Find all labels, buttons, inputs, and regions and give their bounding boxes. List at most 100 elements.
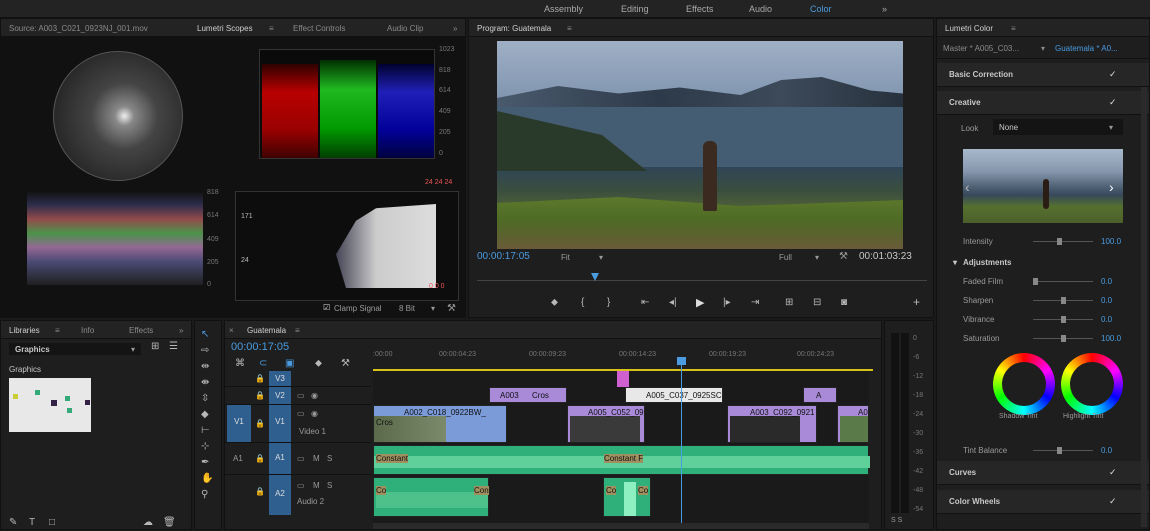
step-back-icon[interactable]: ◂| (669, 297, 677, 308)
track-id[interactable]: A2 (269, 475, 291, 515)
cloud-icon[interactable]: ☁ (143, 517, 153, 528)
lock-icon[interactable]: 🔒 (255, 419, 265, 428)
close-icon[interactable]: × (229, 326, 234, 335)
chevron-down-icon[interactable]: ▾ (599, 253, 603, 262)
step-forward-icon[interactable]: |▸ (723, 297, 731, 308)
hand-icon[interactable]: ✋ (201, 473, 213, 484)
previous-look-icon[interactable]: ‹ (965, 179, 970, 195)
clip[interactable]: A002_C018_0922BW_ Cros (373, 405, 507, 443)
program-timecode[interactable]: 00:00:17:05 (477, 251, 530, 262)
tab-info[interactable]: Info (81, 326, 94, 335)
workspace-editing[interactable]: Editing (621, 4, 649, 14)
square-icon[interactable]: □ (49, 517, 55, 528)
add-marker-icon[interactable]: ⬥ (551, 297, 558, 308)
tab-effect-controls[interactable]: Effect Controls (293, 24, 345, 33)
adjustments-toggle[interactable]: ▾ (953, 258, 957, 267)
text-icon[interactable]: T (29, 517, 35, 528)
workspace-color[interactable]: Color (810, 4, 832, 14)
mark-in-icon[interactable]: { (581, 297, 584, 308)
more-tabs-icon[interactable]: » (453, 24, 457, 33)
clip[interactable]: A003_C092_0921 (727, 405, 817, 443)
lumetri-title[interactable]: Lumetri Color (945, 24, 993, 33)
slider-knob[interactable] (1060, 316, 1066, 323)
lock-icon[interactable]: 🔒 (255, 391, 265, 400)
lock-icon[interactable]: 🔒 (255, 454, 265, 463)
play-icon[interactable]: ▶ (696, 296, 704, 309)
clip[interactable]: A003 Cros (489, 387, 567, 403)
tab-sequence-clip[interactable]: Guatemala * A0... (1055, 44, 1118, 53)
program-title[interactable]: Program: Guatemala (477, 24, 551, 33)
section-color-wheels[interactable]: Color Wheels ✓ (937, 490, 1149, 514)
add-button-icon[interactable]: + (913, 295, 920, 309)
workspace-audio[interactable]: Audio (749, 4, 772, 14)
eye-icon[interactable]: ◉ (311, 409, 318, 418)
slip-icon[interactable]: ⊢ (201, 425, 210, 436)
sync-icon[interactable]: ▭ (297, 481, 305, 490)
menu-icon[interactable]: ≡ (55, 326, 60, 335)
tab-source[interactable]: Source: A003_C021_0923NJ_001.mov (9, 24, 148, 33)
linked-selection-icon[interactable]: ⊂ (259, 358, 267, 369)
go-to-in-icon[interactable]: ⇤ (641, 297, 649, 308)
adjustment-value[interactable]: 0.0 (1101, 315, 1112, 324)
tab-lumetri-scopes[interactable]: Lumetri Scopes (197, 24, 253, 33)
adjustment-value[interactable]: 0.0 (1101, 296, 1112, 305)
enable-checkbox[interactable]: ✓ (1109, 467, 1117, 478)
clip-marker[interactable] (617, 371, 629, 387)
marker-icon[interactable]: ⬥ (315, 358, 322, 369)
add-marker-icon[interactable]: ▣ (285, 358, 294, 369)
track-id[interactable]: V2 (269, 387, 291, 404)
intensity-slider[interactable] (1033, 238, 1093, 245)
clip[interactable]: A005_C052_09 (567, 405, 645, 443)
tab-audio-clip[interactable]: Audio Clip (387, 24, 423, 33)
lock-icon[interactable]: 🔒 (255, 374, 265, 383)
quality-select[interactable]: Full (779, 253, 792, 262)
tint-balance-value[interactable]: 0.0 (1101, 446, 1112, 455)
solo-buttons[interactable]: S S (891, 517, 902, 524)
next-look-icon[interactable]: › (1109, 179, 1114, 195)
menu-icon[interactable]: ≡ (567, 24, 572, 33)
lift-icon[interactable]: ⊞ (785, 297, 793, 308)
film-icon[interactable]: ▭ (297, 409, 305, 418)
fit-select[interactable]: Fit (561, 253, 570, 262)
track-id[interactable]: A1 (269, 443, 291, 474)
playhead-handle[interactable] (677, 357, 686, 365)
adjustment-value[interactable]: 0.0 (1101, 277, 1112, 286)
slider-knob[interactable] (1033, 278, 1038, 285)
lock-icon[interactable]: 🔒 (255, 487, 265, 496)
timeline-scrollbar[interactable] (373, 523, 869, 529)
tab-libraries[interactable]: Libraries (9, 326, 40, 335)
menu-icon[interactable]: ≡ (295, 326, 300, 335)
look-select[interactable]: None ▾ (993, 119, 1123, 135)
chevron-down-icon[interactable]: ▾ (1041, 44, 1045, 53)
zoom-icon[interactable]: ⚲ (201, 489, 208, 500)
playhead-marker[interactable] (591, 273, 599, 281)
eye-icon[interactable]: ◉ (311, 391, 318, 400)
enable-checkbox[interactable]: ✓ (1109, 496, 1117, 507)
workspace-assembly[interactable]: Assembly (544, 4, 583, 14)
source-patch[interactable]: V1 (227, 405, 251, 442)
tab-sequence[interactable]: Guatemala (247, 326, 286, 335)
menu-icon[interactable]: ≡ (1011, 24, 1016, 33)
bit-depth-select[interactable]: 8 Bit (399, 304, 415, 313)
tint-balance-slider[interactable] (1033, 447, 1093, 454)
graphics-thumbnail[interactable] (9, 378, 91, 432)
intensity-value[interactable]: 100.0 (1101, 237, 1121, 246)
slider-knob[interactable] (1060, 297, 1066, 304)
sync-icon[interactable]: ▭ (297, 454, 305, 463)
rate-stretch-icon[interactable]: ⇳ (201, 393, 209, 404)
section-curves[interactable]: Curves ✓ (937, 461, 1149, 485)
adjustment-value[interactable]: 100.0 (1101, 334, 1121, 343)
enable-checkbox[interactable]: ✓ (1109, 69, 1117, 80)
highlight-tint-wheel[interactable] (1061, 353, 1123, 415)
section-basic-correction[interactable]: Basic Correction ✓ (937, 63, 1149, 87)
pen-icon[interactable]: ✒ (201, 457, 209, 468)
more-workspaces-icon[interactable]: » (882, 4, 887, 14)
wrench-icon[interactable]: ⚒ (341, 358, 350, 369)
mark-out-icon[interactable]: } (607, 297, 610, 308)
clip[interactable]: A (803, 387, 837, 403)
track-select-icon[interactable]: ⇨ (201, 345, 209, 356)
list-view-icon[interactable]: ☰ (169, 341, 178, 352)
program-scrubber[interactable] (477, 273, 927, 281)
go-to-out-icon[interactable]: ⇥ (751, 297, 759, 308)
wrench-icon[interactable]: ⚒ (839, 251, 848, 262)
